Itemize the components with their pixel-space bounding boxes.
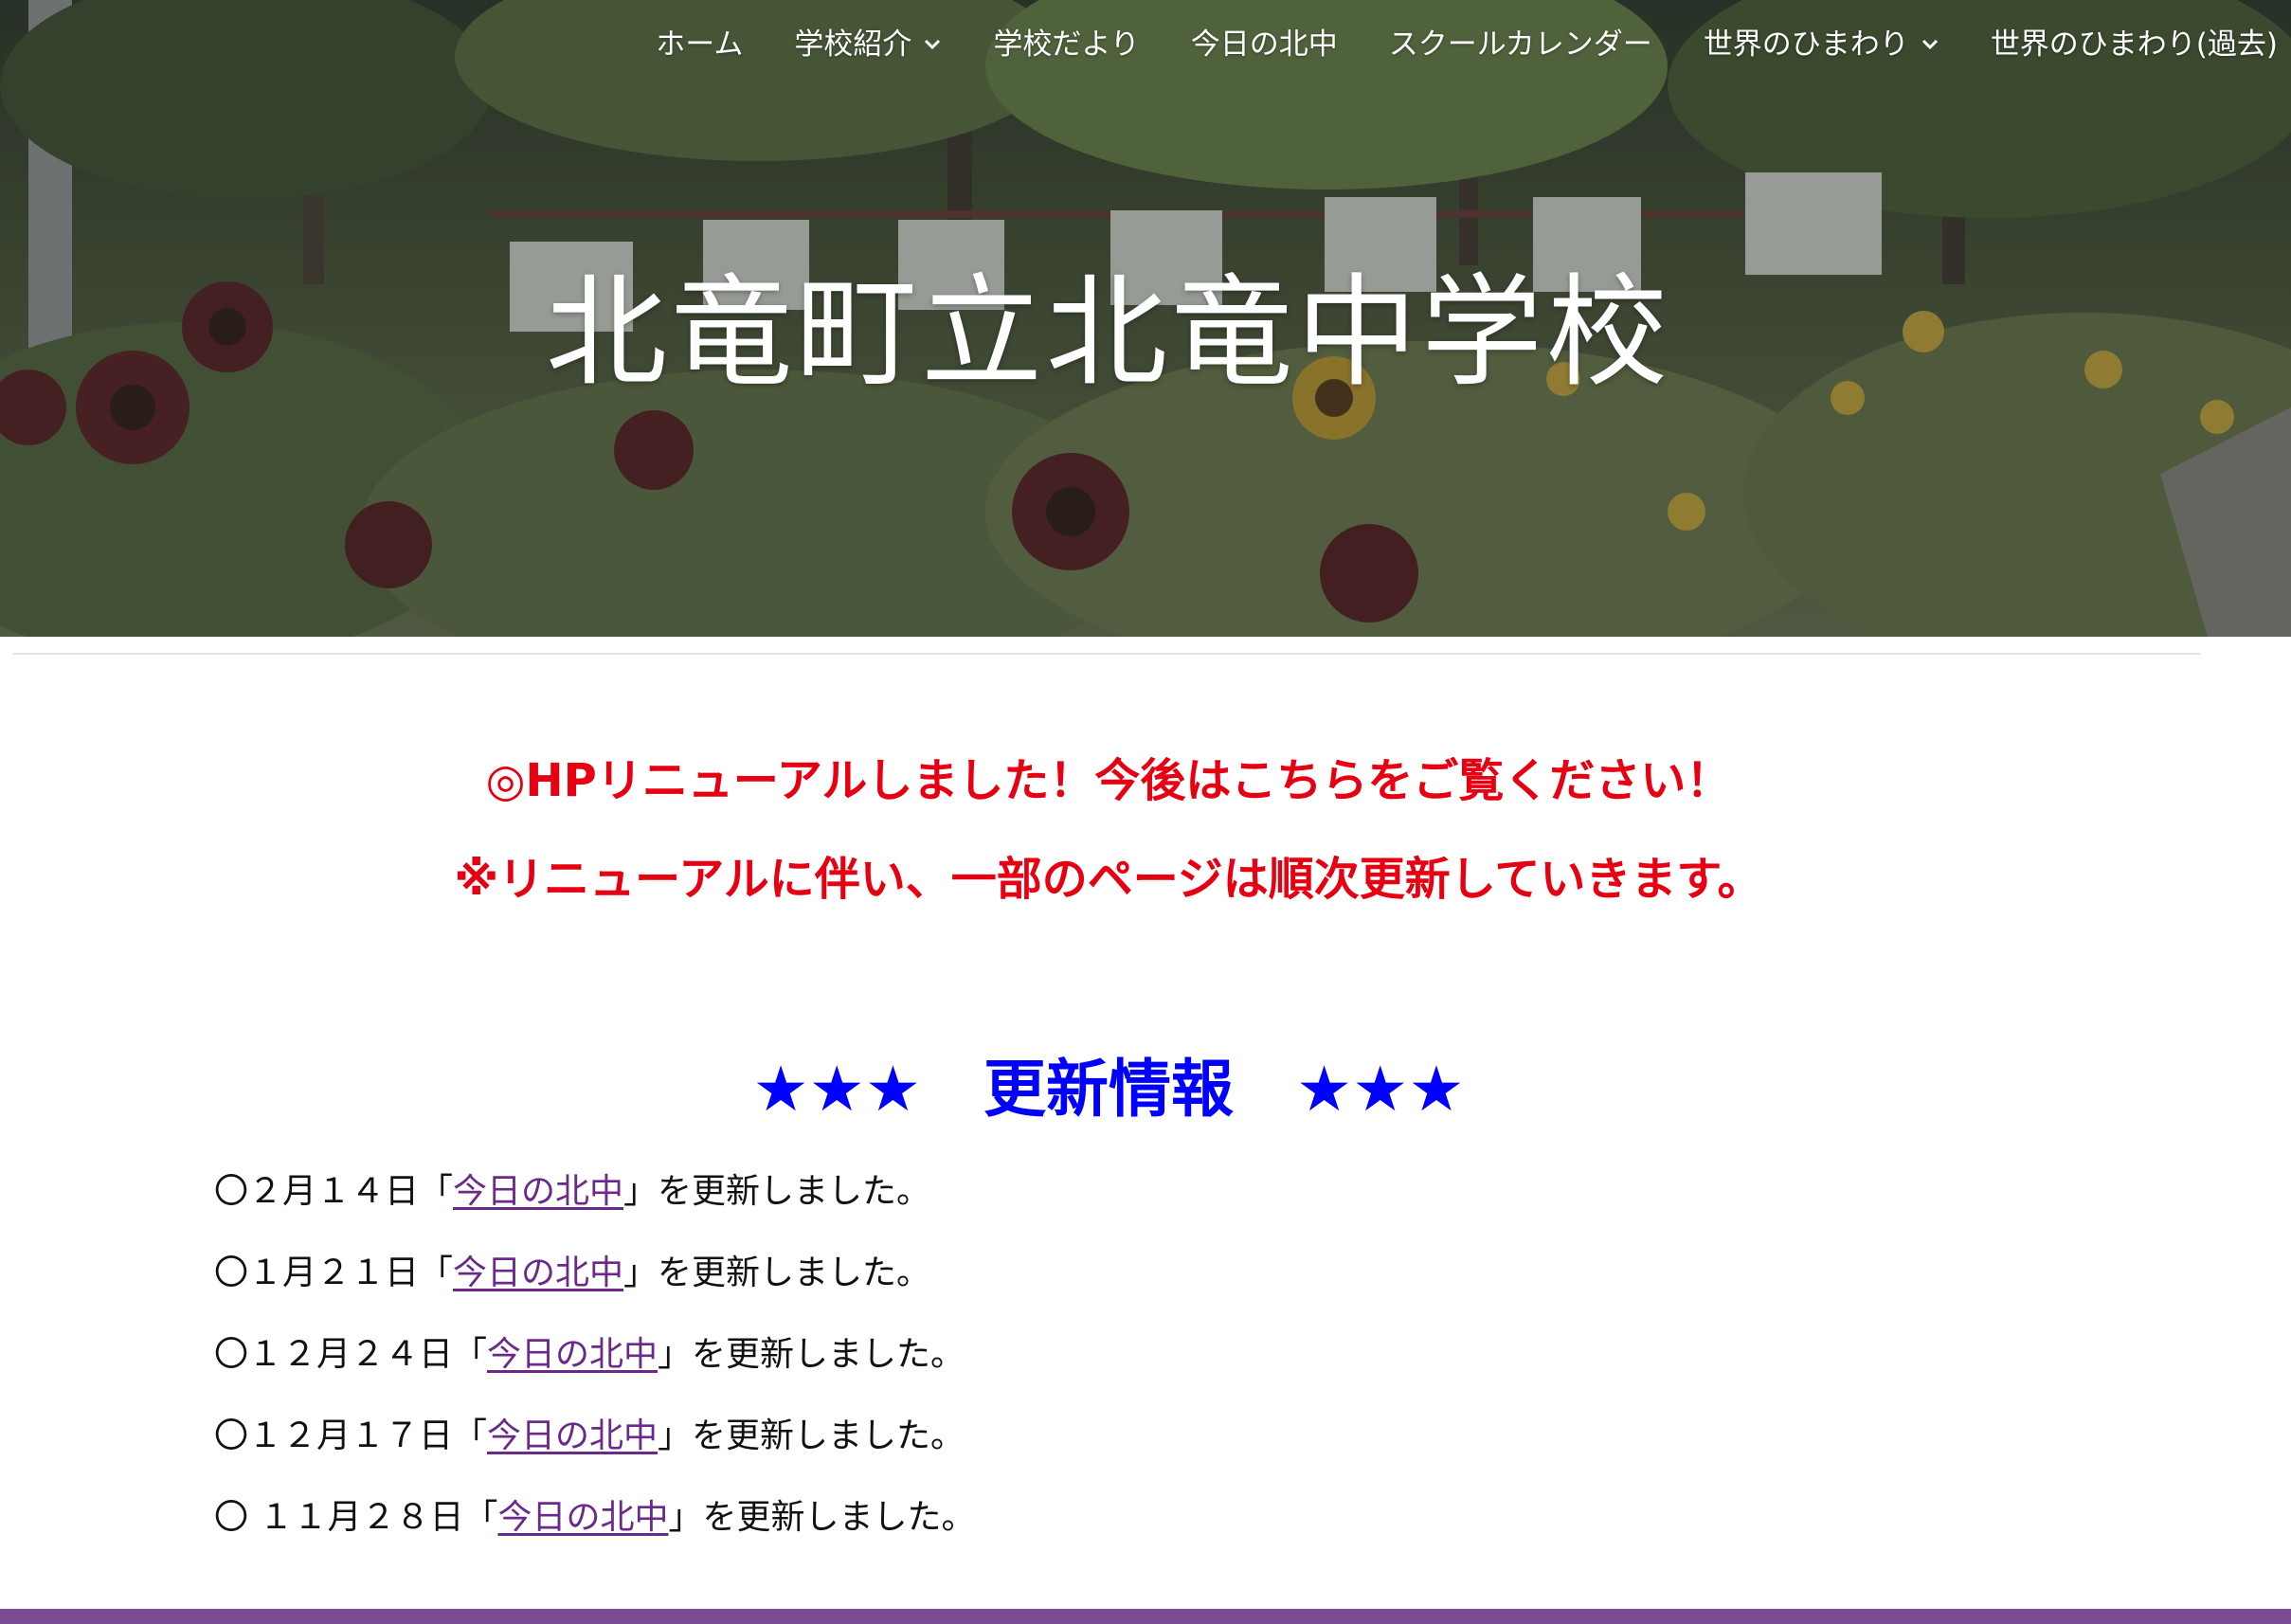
- list-item: 〇１月２１日「今日の北中」を更新しました。: [214, 1245, 975, 1302]
- nav-school-intro[interactable]: 学校紹介: [794, 21, 942, 68]
- chevron-down-icon: [925, 39, 941, 50]
- footer-bar: [0, 1609, 2291, 1624]
- list-item: 〇２月１４日「今日の北中」を更新しました。: [214, 1164, 975, 1220]
- nav-label: ホーム: [656, 27, 744, 62]
- nav-home[interactable]: ホーム: [656, 21, 743, 68]
- nav-today[interactable]: 今日の北中: [1191, 21, 1338, 68]
- nav-school-newsletter[interactable]: 学校だより: [993, 21, 1139, 68]
- site-title: 北竜町立北竜中学校: [545, 262, 1671, 404]
- nav-label: 世界のひまわり(過去): [1990, 27, 2278, 62]
- update-suffix: 」を更新しました。: [623, 1254, 931, 1292]
- today-link[interactable]: 今日の北中: [497, 1498, 668, 1537]
- list-item: 〇 １１月２８日「今日の北中」を更新しました。: [214, 1489, 975, 1546]
- update-date: 〇２月１４日「: [214, 1172, 454, 1211]
- update-suffix: 」を更新しました。: [623, 1172, 931, 1211]
- update-date: 〇１２月１７日「: [214, 1416, 488, 1455]
- header-divider: [13, 653, 2200, 655]
- nav-label: スクールカレンダー: [1388, 27, 1652, 62]
- chevron-down-icon: [1921, 39, 1938, 50]
- today-link[interactable]: 今日の北中: [453, 1172, 623, 1211]
- update-suffix: 」を更新しました。: [658, 1416, 965, 1455]
- nav-school-calendar[interactable]: スクールカレンダー: [1389, 21, 1652, 68]
- nav-world-sunflowers[interactable]: 世界のひまわり: [1704, 21, 1939, 68]
- list-item: 〇１２月１７日「今日の北中」を更新しました。: [214, 1408, 975, 1465]
- update-suffix: 」を更新しました。: [658, 1335, 965, 1374]
- update-date: 〇 １１月２８日「: [214, 1498, 498, 1537]
- today-link[interactable]: 今日の北中: [453, 1254, 623, 1292]
- list-item: 〇１２月２４日「今日の北中」を更新しました。: [214, 1326, 975, 1383]
- updates-list: 〇２月１４日「今日の北中」を更新しました。 〇１月２１日「今日の北中」を更新しま…: [214, 1164, 975, 1571]
- nav-world-sunflowers-past[interactable]: 世界のひまわり(過去): [1991, 21, 2278, 68]
- update-date: 〇１月２１日「: [214, 1254, 454, 1292]
- nav-label: 世界のひまわり: [1703, 27, 1909, 62]
- updates-heading: ★★★ 更新情報 ★★★: [752, 1053, 1465, 1126]
- today-link[interactable]: 今日の北中: [487, 1416, 658, 1455]
- nav-label: 学校紹介: [794, 27, 912, 62]
- renewal-notice: ◎HPリニューアルしました！今後はこちらをご覧ください！: [485, 754, 1732, 807]
- hero-header: ホーム 学校紹介 学校だより 今日の北中 スクールカレンダー 世界のひまわり 世…: [0, 0, 2291, 637]
- today-link[interactable]: 今日の北中: [487, 1335, 658, 1374]
- nav-label: 今日の北中: [1190, 27, 1338, 62]
- update-date: 〇１２月２４日「: [214, 1335, 488, 1374]
- renewal-sub-notice: ※リニューアルに伴い、一部のページは順次更新していきます。: [454, 853, 1763, 906]
- nav-label: 学校だより: [993, 27, 1140, 62]
- main-nav: ホーム 学校紹介 学校だより 今日の北中 スクールカレンダー 世界のひまわり 世…: [656, 21, 2278, 68]
- update-suffix: 」を更新しました。: [668, 1498, 976, 1537]
